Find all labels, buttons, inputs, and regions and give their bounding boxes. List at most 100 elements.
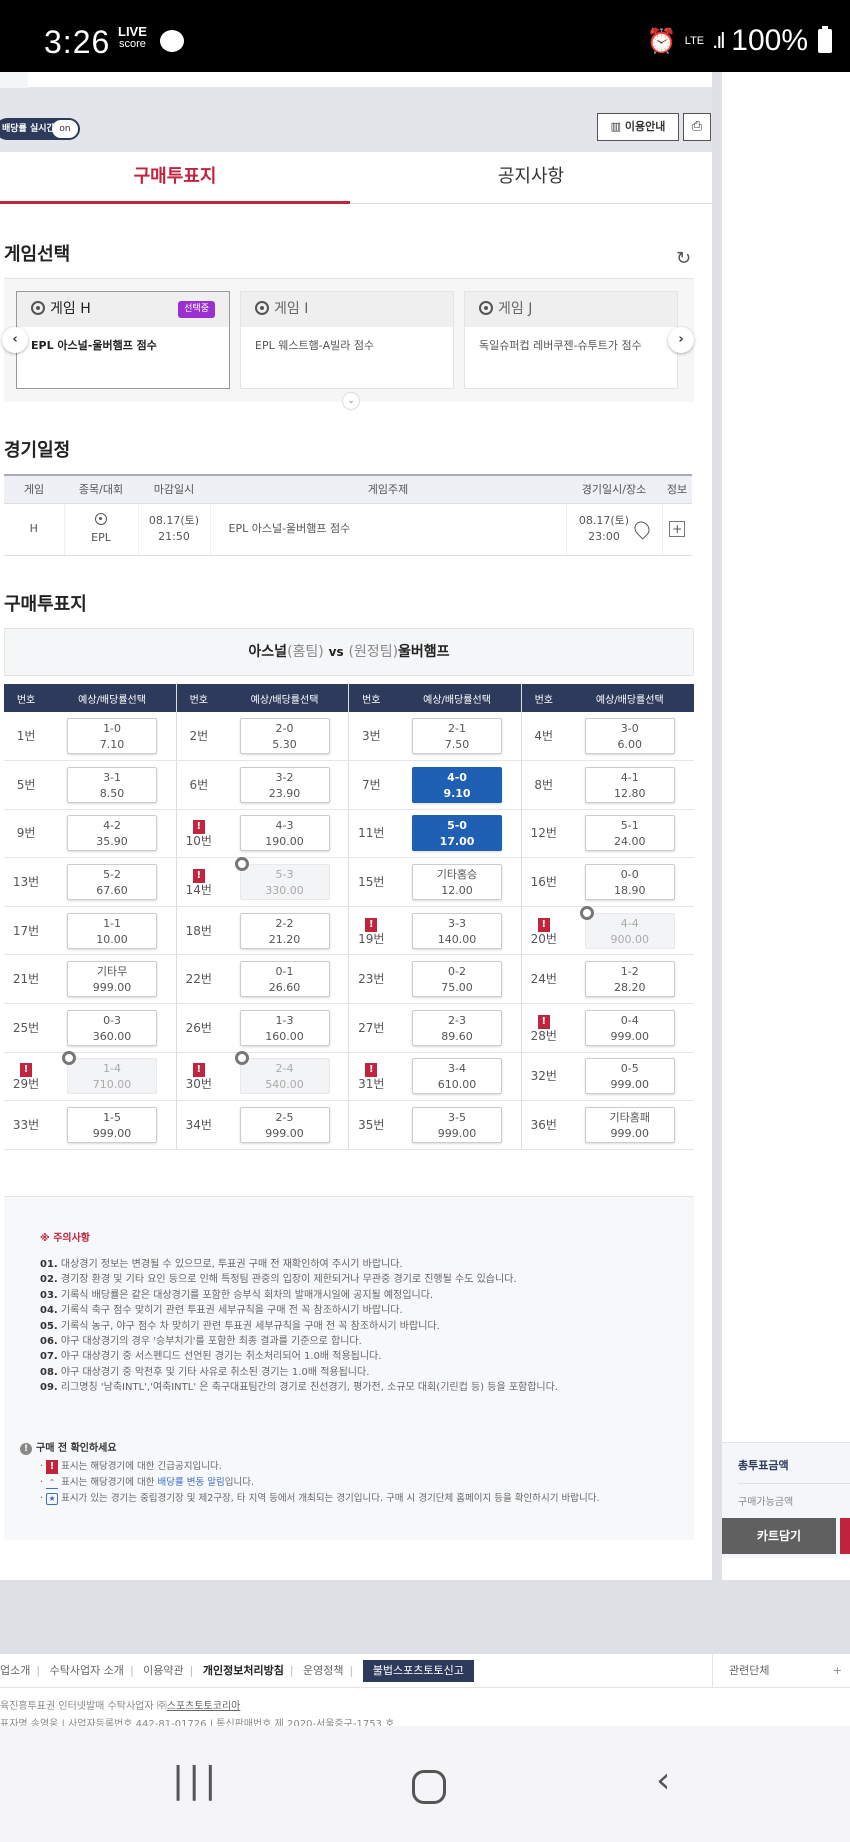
odds-option-button[interactable]: 4-0 9.10 xyxy=(412,766,503,803)
odds-option-button[interactable]: 2-2 21.20 xyxy=(239,912,330,949)
game-card-i[interactable]: 게임 I EPL 웨스트햄-A빌라 점수 xyxy=(240,291,454,389)
col-number: 번호 xyxy=(521,684,566,712)
tab-notice[interactable]: 공지사항 xyxy=(350,152,712,204)
odds-option-button[interactable]: 2-1 7.50 xyxy=(412,718,503,755)
odds-option-button[interactable]: 2-3 89.60 xyxy=(412,1009,503,1046)
odds-option-button[interactable]: 0-3 360.00 xyxy=(67,1009,158,1046)
carousel-prev-button[interactable]: ‹ xyxy=(2,327,28,353)
odds-option-button[interactable]: 2-5 999.00 xyxy=(239,1107,330,1144)
odds-pick-cell: 5-3 330.00 xyxy=(220,857,350,907)
odds-value: 140.00 xyxy=(437,932,477,946)
odds-option-button[interactable]: 3-2 23.90 xyxy=(239,766,330,803)
odds-row: 25번 0-3 360.00 26번 1-3 160.00 27번 2-3 89.60! 28번 0… xyxy=(4,1003,694,1053)
odds-option-button[interactable]: 5-1 24.00 xyxy=(584,815,675,852)
odds-option-button[interactable]: 2-0 5.30 xyxy=(239,718,330,755)
game-card-h[interactable]: 게임 H 선택중 EPL 아스널-울버햄프 점수 xyxy=(16,291,230,389)
odds-number-cell: 22번 xyxy=(176,954,221,1005)
alert-icon[interactable]: ! xyxy=(365,917,378,932)
location-pin-icon[interactable] xyxy=(631,518,653,540)
alert-icon[interactable]: ! xyxy=(365,1063,378,1078)
notice-text: 리그명칭 '남축INTL','여축INTL' 은 축구대표팀간의 경기로 친선경… xyxy=(60,1382,559,1394)
notice-text: 야구 대상경기 중 서스펜디드 선언된 경기는 취소처리되어 1.0배 적용됩니… xyxy=(60,1351,382,1363)
related-orgs-dropdown[interactable]: 관련단체 + xyxy=(712,1654,850,1688)
game-card-j[interactable]: 게임 J 독일슈퍼컵 레버쿠젠-슈투트가 점수 xyxy=(464,291,678,389)
odds-option-button[interactable]: 0-1 26.60 xyxy=(239,961,330,998)
odds-change-link[interactable]: 배당률 변동 알림 xyxy=(158,1477,225,1488)
realtime-odds-toggle[interactable]: 배당률 실시간 on xyxy=(0,118,80,140)
odds-value: 999.00 xyxy=(92,981,132,995)
footer-link-trustee[interactable]: 수탁사업자 소개 xyxy=(50,1664,124,1677)
alert-icon[interactable]: ! xyxy=(20,1063,33,1078)
recents-button[interactable]: ||| xyxy=(172,1760,220,1801)
game-select-title: 게임선택 xyxy=(4,244,71,265)
odds-number: 16번 xyxy=(530,875,557,890)
odds-option-button[interactable]: 3-1 8.50 xyxy=(67,766,158,803)
guide-button[interactable]: ▥ 이용안내 xyxy=(597,113,679,141)
home-button[interactable] xyxy=(412,1770,446,1804)
schedule-header-row: 게임 종목/대회 마감일시 게임주제 경기일시/장소 정보 xyxy=(4,474,692,504)
print-button[interactable]: ⎙ xyxy=(683,113,711,141)
score-label: 4-1 xyxy=(620,770,639,784)
odds-pick-cell: 1-4 710.00 xyxy=(48,1051,177,1102)
alert-icon[interactable]: ! xyxy=(192,820,205,835)
odds-option-button[interactable]: 0-4 999.00 xyxy=(584,1009,675,1046)
company-link[interactable]: 스포츠토토코리아 xyxy=(167,1701,241,1712)
expand-chevron-icon[interactable]: ⌄ xyxy=(342,392,360,410)
odds-option-button[interactable]: 1-0 7.10 xyxy=(67,718,158,755)
odds-value: 10.00 xyxy=(96,932,128,946)
col-number: 번호 xyxy=(176,684,221,712)
footer-link-company[interactable]: 업소개 xyxy=(0,1664,30,1677)
odds-pick-cell: 0-2 75.00 xyxy=(393,954,522,1005)
odds-pick-cell: 3-2 23.90 xyxy=(220,760,350,810)
odds-option-button[interactable]: 0-5 999.00 xyxy=(584,1058,675,1095)
odds-option-button[interactable]: 1-3 160.00 xyxy=(239,1009,330,1046)
odds-option-button[interactable]: 5-2 67.60 xyxy=(67,864,158,901)
add-to-cart-button[interactable]: 카트담기 xyxy=(722,1518,836,1554)
score-label: 4-4 xyxy=(620,916,639,930)
footer-link-terms[interactable]: 이용약관 xyxy=(143,1664,183,1677)
odds-number: 20번 xyxy=(530,931,557,946)
buy-button[interactable] xyxy=(840,1518,850,1554)
report-illegal-button[interactable]: 불법스포츠토토신고 xyxy=(362,1660,474,1682)
odds-value: 35.90 xyxy=(96,835,128,849)
alert-icon[interactable]: ! xyxy=(192,869,205,884)
game-carousel: 게임 H 선택중 EPL 아스널-울버햄프 점수 게임 I EPL 웨스트햄-A빌… xyxy=(2,278,694,410)
odds-option-button[interactable]: 5-0 17.00 xyxy=(412,815,503,852)
odds-option-button[interactable]: 3-3 140.00 xyxy=(412,912,503,949)
odds-option-button[interactable]: 1-5 999.00 xyxy=(67,1107,158,1144)
back-button[interactable]: ‹ xyxy=(656,1760,670,1801)
odds-option-button[interactable]: 0-0 18.90 xyxy=(584,864,675,901)
odds-value: 12.80 xyxy=(614,786,646,800)
odds-option-button[interactable]: 기타무 999.00 xyxy=(67,961,158,998)
alert-icon[interactable]: ! xyxy=(537,917,550,932)
tab-ticket[interactable]: 구매투표지 xyxy=(0,152,350,204)
odds-option-button[interactable]: 4-1 12.80 xyxy=(584,766,675,803)
close-date: 08.17(토) xyxy=(148,514,200,527)
alert-icon[interactable]: ! xyxy=(537,1014,550,1029)
odds-option-button[interactable]: 기타홈승 12.00 xyxy=(412,864,503,901)
odds-option-button[interactable]: 4-3 190.00 xyxy=(239,815,330,852)
odds-option-button[interactable]: 1-1 10.00 xyxy=(67,912,158,949)
refresh-icon[interactable]: ↻ xyxy=(676,248,691,269)
odds-number: 36번 xyxy=(530,1118,557,1133)
footer-link-privacy[interactable]: 개인정보처리방침 xyxy=(203,1664,284,1677)
odds-value: 999.00 xyxy=(610,1127,650,1141)
odds-value: 24.00 xyxy=(614,835,646,849)
game-card-header: 게임 H 선택중 xyxy=(17,292,229,327)
alert-icon[interactable]: ! xyxy=(192,1063,205,1078)
odds-row: ! 29번 1-4 710.00! 30번 2-4 540.00! 31번 3-4 610.00 3… xyxy=(4,1051,694,1102)
odds-option-button[interactable]: 3-5 999.00 xyxy=(412,1107,503,1144)
odds-option-button[interactable]: 1-2 28.20 xyxy=(584,961,675,998)
info-expand-button[interactable]: + xyxy=(669,520,686,537)
game-id: H xyxy=(4,503,65,556)
odds-option-button[interactable]: 3-4 610.00 xyxy=(412,1058,503,1095)
check-odds-suffix: 입니다. xyxy=(224,1477,255,1488)
match-header: 아스널(홈팀) vs (원정팀)울버햄프 xyxy=(4,628,694,676)
footer-link-policy[interactable]: 운영정책 xyxy=(303,1664,343,1677)
carousel-next-button[interactable]: › xyxy=(668,327,694,353)
odds-option-button[interactable]: 4-2 35.90 xyxy=(67,815,158,852)
odds-option-button[interactable]: 3-0 6.00 xyxy=(584,718,675,755)
odds-option-button[interactable]: 0-2 75.00 xyxy=(412,961,503,998)
separator: | xyxy=(129,1664,134,1677)
odds-option-button[interactable]: 기타홈패 999.00 xyxy=(584,1107,675,1144)
